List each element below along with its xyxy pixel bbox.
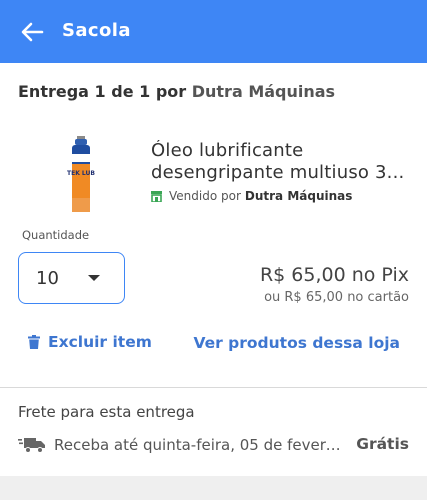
quantity-value: 10 bbox=[36, 268, 59, 289]
delete-item-label: Excluir item bbox=[48, 333, 152, 351]
price-pix: R$ 65,00 no Pix bbox=[259, 264, 409, 286]
price-card: ou R$ 65,00 no cartão bbox=[264, 290, 409, 305]
section-divider bbox=[0, 387, 427, 388]
page-title: Sacola bbox=[62, 20, 131, 41]
product-image[interactable]: TEK LUB bbox=[66, 136, 96, 214]
product-name-line2: desengripante multiuso 3... bbox=[151, 162, 405, 183]
bottom-band bbox=[0, 476, 427, 500]
view-store-products-link[interactable]: Ver produtos dessa loja bbox=[193, 334, 400, 352]
store-icon bbox=[151, 190, 162, 202]
delivery-header: Entrega 1 de 1 por Dutra Máquinas bbox=[18, 82, 335, 101]
delivery-seller: Dutra Máquinas bbox=[191, 82, 336, 101]
quantity-select[interactable]: 10 bbox=[18, 252, 125, 304]
product-name[interactable]: Óleo lubrificante desengripante multiuso… bbox=[151, 140, 413, 184]
truck-icon bbox=[18, 438, 45, 453]
product-name-line1: Óleo lubrificante bbox=[151, 140, 304, 161]
shipping-estimate: Receba até quinta-feira, 05 de fevereiro bbox=[54, 436, 342, 454]
shipping-price: Grátis bbox=[356, 435, 409, 453]
app-header: Sacola bbox=[0, 0, 427, 63]
sold-by-store: Dutra Máquinas bbox=[244, 189, 353, 203]
product-image-brand: TEK LUB bbox=[67, 170, 95, 177]
delivery-header-prefix: Entrega 1 de 1 por bbox=[18, 82, 187, 101]
arrow-left-icon[interactable] bbox=[18, 18, 46, 46]
delete-item-button[interactable]: Excluir item bbox=[28, 333, 152, 351]
shipping-title: Frete para esta entrega bbox=[18, 403, 195, 421]
sold-by-label: Vendido por bbox=[169, 189, 241, 203]
sold-by: Vendido por Dutra Máquinas bbox=[151, 189, 352, 203]
caret-down-icon bbox=[88, 275, 100, 281]
quantity-label: Quantidade bbox=[22, 228, 90, 242]
trash-icon bbox=[28, 335, 40, 349]
